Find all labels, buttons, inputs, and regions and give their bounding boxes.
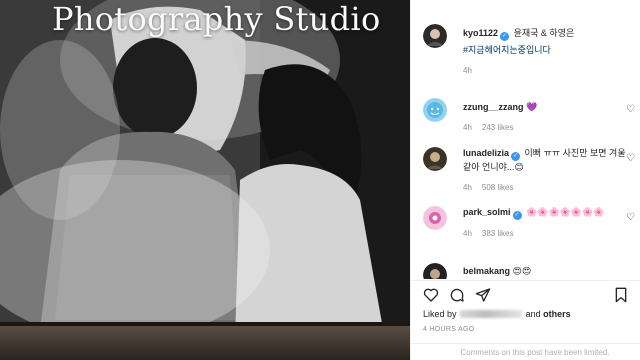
- commenter-username[interactable]: park_solmi: [463, 207, 511, 217]
- comment-likes[interactable]: 508 likes: [482, 183, 514, 192]
- heart-outline-icon[interactable]: [423, 287, 439, 303]
- comment-age[interactable]: 4h: [463, 183, 472, 192]
- commenter-avatar[interactable]: [423, 147, 447, 171]
- caption-age[interactable]: 4h: [463, 66, 472, 75]
- caption-hashtag[interactable]: #지금헤어지는중입니다: [463, 45, 551, 55]
- photo-overlay-text: Photography Studio: [52, 0, 381, 38]
- comment-age[interactable]: 4h: [463, 123, 472, 132]
- comment-text: 😍😍: [512, 266, 532, 276]
- comment-text: 🌸🌸🌸🌸🌸🌸🌸: [526, 207, 605, 217]
- liked-by-others[interactable]: others: [543, 309, 571, 319]
- post-photo[interactable]: Photography Studio: [0, 0, 410, 360]
- bookmark-icon[interactable]: [613, 287, 629, 303]
- commenter-username[interactable]: lunadelizia: [463, 148, 509, 158]
- liked-by-and: and: [525, 309, 541, 319]
- verified-badge-icon: ✓: [500, 32, 510, 41]
- post-actions: Liked by and others 4 HOURS AGO Comments…: [411, 280, 640, 360]
- liked-by-line[interactable]: Liked by and others: [423, 309, 571, 319]
- comment-likes[interactable]: 383 likes: [482, 229, 514, 238]
- comment-item: belmakang 😍😍: [423, 263, 633, 279]
- commenter-avatar[interactable]: [423, 263, 447, 279]
- author-username[interactable]: kyo1122: [463, 28, 498, 38]
- comment-like-heart-icon[interactable]: ♡: [626, 104, 635, 115]
- comment-bubble-icon[interactable]: [449, 287, 465, 303]
- tagged-names: 윤재국 & 하영은: [513, 28, 575, 38]
- post-side-panel: kyo1122 ✓ 윤재국 & 하영은 #지금헤어지는중입니다 4h zzung_…: [410, 0, 640, 360]
- commenter-avatar[interactable]: [423, 206, 447, 230]
- commenter-avatar[interactable]: [423, 98, 447, 122]
- comment-text: 💜: [526, 102, 538, 112]
- commenter-username[interactable]: zzung__zzang: [463, 102, 524, 112]
- verified-badge-icon: ✓: [511, 152, 521, 161]
- comments-limited-notice: Comments on this post have been limited.: [411, 343, 640, 360]
- verified-badge-icon: ✓: [512, 211, 522, 220]
- comment-age[interactable]: 4h: [463, 229, 472, 238]
- comment-likes[interactable]: 243 likes: [482, 123, 514, 132]
- liked-by-usernames-blurred: [460, 310, 523, 318]
- author-avatar[interactable]: [423, 24, 447, 48]
- liked-by-prefix: Liked by: [423, 309, 457, 319]
- comment-like-heart-icon[interactable]: ♡: [626, 212, 635, 223]
- comment-like-heart-icon[interactable]: ♡: [626, 153, 635, 164]
- post-timestamp[interactable]: 4 HOURS AGO: [423, 326, 475, 333]
- commenter-username[interactable]: belmakang: [463, 266, 510, 276]
- paper-plane-icon[interactable]: [475, 287, 491, 303]
- photo-scene: [0, 0, 410, 360]
